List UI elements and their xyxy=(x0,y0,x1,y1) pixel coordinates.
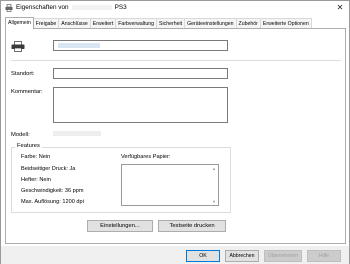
cancel-button[interactable]: Abbrechen xyxy=(225,250,259,262)
window-title: Eigenschaften von PS3 xyxy=(16,4,127,11)
location-input[interactable] xyxy=(53,68,228,79)
feature-duplex: Beidseitiger Druck: Ja xyxy=(21,166,76,172)
paper-listbox[interactable]: ▲ ▼ xyxy=(121,164,219,206)
scroll-up-icon[interactable]: ▲ xyxy=(212,166,216,171)
apply-button[interactable]: Übernehmen xyxy=(264,250,302,262)
model-label: Modell: xyxy=(11,132,30,138)
feature-speed: Geschwindigkeit: 36 ppm xyxy=(21,188,84,194)
printer-name-field[interactable] xyxy=(53,40,228,51)
help-button[interactable]: Hilfe xyxy=(307,250,341,262)
redacted-printer-name xyxy=(58,43,100,48)
comment-textarea[interactable] xyxy=(53,87,228,123)
printer-large-icon xyxy=(11,41,25,52)
feature-stapler: Hefter: Nein xyxy=(21,177,51,183)
redacted-printer-name xyxy=(71,4,112,10)
title-prefix: Eigenschaften von xyxy=(16,4,69,11)
scroll-down-icon[interactable]: ▼ xyxy=(212,199,216,204)
paper-label: Verfügbares Papier: xyxy=(121,154,171,160)
printer-icon xyxy=(5,4,13,12)
feature-resolution: Max. Auflösung: 1200 dpi xyxy=(21,199,84,205)
title-bar: Eigenschaften von PS3 ✕ xyxy=(1,1,349,15)
print-test-page-button[interactable]: Testseite drucken xyxy=(158,220,226,232)
comment-label: Kommentar: xyxy=(11,89,43,95)
title-suffix: PS3 xyxy=(114,4,127,11)
tab-allgemein[interactable]: Allgemein xyxy=(5,17,34,29)
location-label: Standort: xyxy=(11,71,35,77)
settings-button[interactable]: Einstellungen... xyxy=(87,220,153,232)
redacted-model-name xyxy=(53,131,101,136)
close-button[interactable]: ✕ xyxy=(335,3,345,13)
feature-color: Farbe: Nein xyxy=(21,154,51,160)
separator xyxy=(11,60,341,61)
printer-properties-dialog: Eigenschaften von PS3 ✕ Allgemein Freigab… xyxy=(0,0,350,264)
ok-button[interactable]: OK xyxy=(186,250,220,262)
features-title: Features xyxy=(15,143,42,149)
